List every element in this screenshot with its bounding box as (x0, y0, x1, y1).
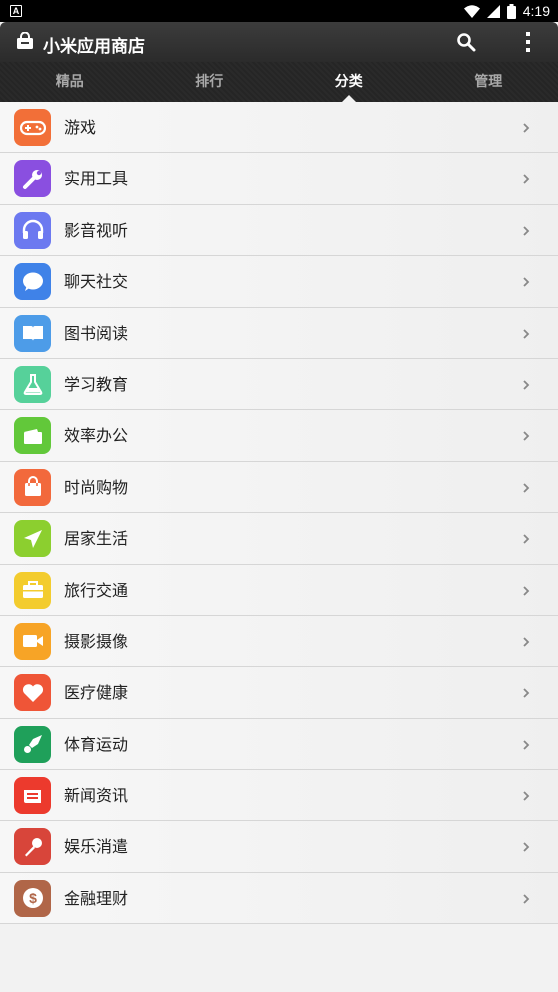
chevron-right-icon (523, 842, 530, 853)
category-list: 游戏 实用工具 影音视听 聊天社交 图书阅读 学习教育 效率办公 时尚购物 居家… (0, 102, 558, 925)
category-label: 聊天社交 (64, 272, 129, 292)
newspaper-icon (14, 777, 51, 815)
chevron-right-icon (523, 277, 530, 287)
category-row-home-life[interactable]: 居家生活 (0, 513, 558, 565)
category-label: 实用工具 (64, 169, 129, 189)
category-row-education[interactable]: 学习教育 (0, 358, 558, 411)
search-icon[interactable] (456, 32, 476, 52)
gamepad-icon (14, 109, 51, 146)
category-row-office[interactable]: 效率办公 (0, 410, 558, 462)
status-bar: A 4:19 (0, 0, 558, 22)
category-row-games[interactable]: 游戏 (0, 102, 558, 154)
paper-plane-icon (14, 520, 51, 558)
chevron-right-icon (523, 123, 530, 133)
clock: 4:19 (522, 3, 550, 19)
category-row-travel[interactable]: 旅行交通 (0, 564, 558, 616)
category-label: 医疗健康 (64, 683, 129, 703)
category-row-news[interactable]: 新闻资讯 (0, 770, 558, 822)
tab-categories[interactable]: 分类 (279, 62, 419, 102)
category-label: 新闻资讯 (64, 786, 129, 806)
flask-icon (14, 365, 51, 403)
category-row-social[interactable]: 聊天社交 (0, 256, 558, 308)
suitcase-icon (14, 571, 51, 609)
heart-icon (14, 674, 51, 712)
category-label: 效率办公 (64, 426, 129, 446)
svg-text:$: $ (29, 890, 37, 906)
video-camera-icon (14, 622, 51, 660)
store-bag-icon (17, 32, 33, 49)
chevron-right-icon (523, 226, 530, 236)
category-label: 娱乐消遣 (64, 837, 129, 857)
shopping-bag-icon (14, 468, 51, 506)
category-label: 游戏 (64, 118, 97, 137)
category-row-finance[interactable]: $ 金融理财 (0, 872, 558, 925)
category-label: 摄影摄像 (64, 631, 129, 651)
category-label: 时尚购物 (64, 477, 129, 497)
tab-featured[interactable]: 精品 (0, 62, 140, 102)
chevron-right-icon (523, 534, 530, 544)
app-title: 小米应用商店 (43, 37, 145, 57)
chevron-right-icon (523, 328, 530, 339)
category-row-shopping[interactable]: 时尚购物 (0, 461, 558, 514)
chevron-right-icon (523, 174, 530, 185)
chevron-right-icon (523, 740, 530, 750)
battery-icon (506, 3, 516, 19)
chevron-right-icon (523, 688, 530, 698)
chevron-right-icon (523, 791, 530, 801)
category-label: 体育运动 (64, 734, 129, 754)
category-label: 影音视听 (64, 220, 129, 240)
wrench-icon (14, 160, 51, 198)
book-icon (14, 314, 51, 352)
signal-icon (486, 4, 500, 18)
headphones-icon (14, 211, 51, 249)
wifi-icon (463, 4, 480, 18)
dollar-coin-icon: $ (14, 879, 51, 917)
more-options-icon[interactable] (519, 30, 537, 54)
chevron-right-icon (523, 483, 530, 493)
category-row-photography[interactable]: 摄影摄像 (0, 615, 558, 668)
folder-icon (14, 417, 51, 455)
chevron-right-icon (523, 894, 530, 904)
microphone-icon (14, 828, 51, 866)
chevron-right-icon (523, 431, 530, 441)
tab-ranking[interactable]: 排行 (140, 62, 280, 102)
tab-bar: 精品 排行 分类 管理 (0, 62, 558, 102)
notification-icon: A (10, 5, 22, 17)
category-row-media[interactable]: 影音视听 (0, 204, 558, 257)
chevron-right-icon (523, 380, 530, 390)
category-row-entertainment[interactable]: 娱乐消遣 (0, 821, 558, 873)
chevron-right-icon (523, 585, 530, 596)
category-label: 金融理财 (64, 888, 129, 908)
category-row-tools[interactable]: 实用工具 (0, 153, 558, 205)
category-row-sports[interactable]: 体育运动 (0, 718, 558, 771)
category-label: 学习教育 (64, 374, 129, 394)
status-indicators: 4:19 (463, 2, 550, 20)
category-label: 图书阅读 (64, 323, 129, 343)
category-label: 旅行交通 (64, 580, 129, 600)
chevron-right-icon (523, 637, 530, 647)
app-bar: 小米应用商店 (0, 22, 558, 62)
category-row-books[interactable]: 图书阅读 (0, 307, 558, 359)
tab-manage[interactable]: 管理 (419, 62, 558, 102)
chat-bubble-icon (14, 263, 51, 301)
shuttlecock-icon (14, 725, 51, 763)
category-label: 居家生活 (64, 529, 129, 549)
category-row-health[interactable]: 医疗健康 (0, 667, 558, 719)
